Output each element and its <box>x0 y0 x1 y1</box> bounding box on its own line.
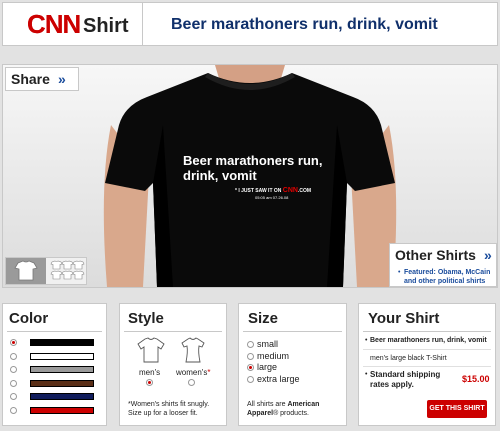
page-title: Beer marathoners run, drink, vomit <box>171 16 438 33</box>
womens-label-text: women's <box>176 368 208 377</box>
color-swatch[interactable] <box>30 406 94 414</box>
size-label[interactable]: medium <box>257 351 289 362</box>
womens-label[interactable]: women's* <box>176 368 210 378</box>
mens-radio[interactable] <box>146 379 153 386</box>
get-this-shirt-button[interactable]: GET THIS SHIRT <box>427 400 487 418</box>
color-swatch[interactable] <box>30 393 94 400</box>
mens-label[interactable]: men's <box>139 368 160 378</box>
thumb-front-view[interactable] <box>6 258 46 284</box>
divider <box>363 349 491 350</box>
size-radio[interactable] <box>247 352 254 360</box>
logo-box[interactable]: CNN Shirt <box>3 3 143 45</box>
view-thumbnails <box>5 257 87 285</box>
selected-shirt-title: Beer marathoners run, drink, vomit <box>370 337 487 344</box>
size-panel: Size All shirts are American Apparel® pr… <box>238 303 347 426</box>
thumb-back-view[interactable] <box>47 258 86 284</box>
featured-shirts-link[interactable]: Featured: Obama, McCain and other politi… <box>404 268 496 286</box>
divider <box>363 366 491 367</box>
womens-shirt-icon[interactable] <box>178 336 208 364</box>
other-shirts-panel[interactable]: Other Shirts » • Featured: Obama, McCain… <box>389 243 497 287</box>
size-radio[interactable] <box>247 341 254 348</box>
size-label[interactable]: extra large <box>257 374 300 385</box>
color-swatch[interactable] <box>30 366 94 373</box>
color-panel-title: Color <box>9 310 49 327</box>
womens-asterisk: * <box>207 368 211 377</box>
color-swatch[interactable] <box>30 352 94 360</box>
selected-shirt-desc: men's large black T-Shirt <box>370 355 447 362</box>
shirt-logo-text: Shirt <box>83 15 129 37</box>
womens-radio[interactable] <box>188 379 195 386</box>
apparel-note-suffix: ® products. <box>273 410 309 417</box>
color-swatch[interactable] <box>30 379 94 387</box>
divider <box>243 331 342 332</box>
mens-shirt-icon[interactable] <box>136 336 166 364</box>
color-radio[interactable] <box>10 393 17 400</box>
bullet-icon: • <box>365 337 368 344</box>
shirt-print-timestamp: 05:05 am 07.26.08 <box>255 195 289 200</box>
tshirt-grid-icon <box>50 260 85 280</box>
other-shirts-title[interactable]: Other Shirts <box>395 247 476 263</box>
color-panel: Color <box>2 303 107 426</box>
share-label: Share <box>11 71 50 87</box>
price: $15.00 <box>462 374 490 384</box>
color-radio[interactable] <box>10 339 17 346</box>
bullet-icon: • <box>365 371 368 378</box>
size-radio[interactable] <box>247 364 254 371</box>
size-panel-title: Size <box>248 310 279 327</box>
your-shirt-panel: Your Shirt • Beer marathoners run, drink… <box>358 303 496 426</box>
divider <box>363 331 491 332</box>
cnn-logo: CNN <box>27 9 81 39</box>
color-radio[interactable] <box>10 406 17 414</box>
color-swatch[interactable] <box>30 339 94 346</box>
shipping-note: Standard shipping rates apply. <box>370 370 441 389</box>
color-radio[interactable] <box>10 379 17 387</box>
apparel-note: All shirts are American Apparel® product… <box>247 400 343 418</box>
other-shirts-arrow-icon[interactable]: » <box>484 247 492 263</box>
header-bar: CNN Shirt Beer marathoners run, drink, v… <box>2 2 498 46</box>
shirt-tagline-prefix: * I JUST SAW IT ON <box>235 188 282 194</box>
your-shirt-title: Your Shirt <box>368 310 440 327</box>
divider <box>124 331 222 332</box>
shirt-tagline-cnn: CNN <box>282 187 298 194</box>
size-label[interactable]: large <box>257 362 277 373</box>
tshirt-thumb-icon <box>14 260 38 281</box>
style-panel-title: Style <box>128 310 164 327</box>
color-radio[interactable] <box>10 366 17 373</box>
color-radio[interactable] <box>10 352 17 360</box>
share-button[interactable]: Share » <box>5 67 79 91</box>
size-radio[interactable] <box>247 375 254 383</box>
womens-fit-note: *Women's shirts fit snugly. Size up for … <box>128 401 210 417</box>
shirt-tagline-suffix: .COM <box>297 188 312 194</box>
shirt-print-headline: Beer marathoners run, drink, vomit <box>183 153 323 183</box>
shirt-preview: Beer marathoners run, drink, vomit * I J… <box>2 64 498 288</box>
share-arrow-icon: » <box>58 71 66 87</box>
apparel-note-prefix: All shirts are <box>247 401 288 408</box>
style-panel: Style men's women's* *Women's shirts fit… <box>119 303 227 426</box>
divider <box>7 331 102 332</box>
bullet-icon: • <box>398 269 401 276</box>
shirt-print-tagline: * I JUST SAW IT ON CNN.COM <box>235 187 312 194</box>
size-label[interactable]: small <box>257 339 278 350</box>
